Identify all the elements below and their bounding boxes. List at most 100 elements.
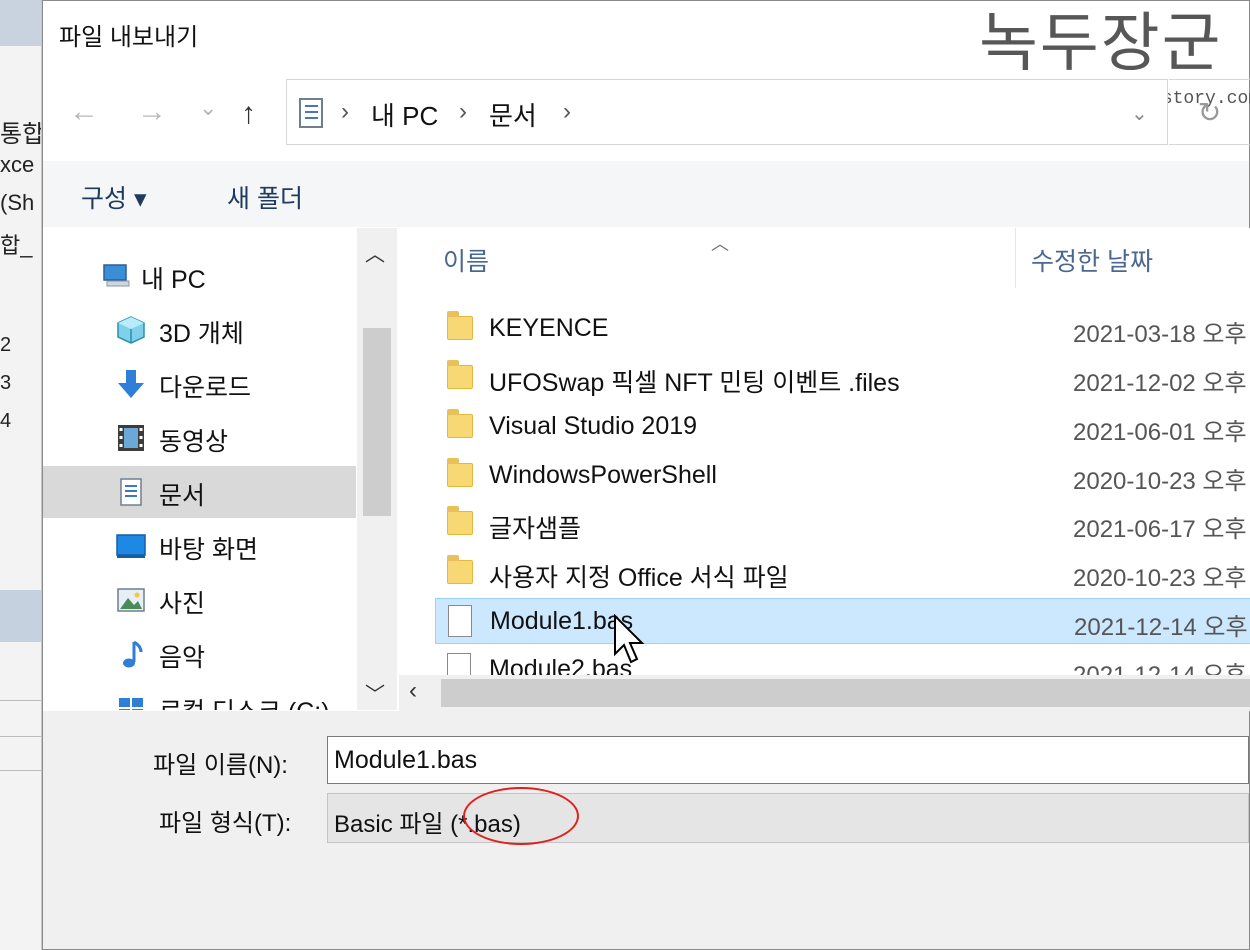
refresh-icon[interactable]: ↻ — [1169, 79, 1250, 145]
file-name: UFOSwap 픽셀 NFT 민팅 이벤트 .files — [489, 369, 900, 397]
sidebar-item-downloads[interactable]: 다운로드 — [43, 358, 356, 410]
annotation-circle — [463, 787, 579, 845]
list-item[interactable]: WindowsPowerShell 2020-10-23 오후 4 — [435, 453, 1250, 499]
breadcrumb-my-pc[interactable]: 내 PC — [371, 96, 438, 133]
breadcrumb-documents[interactable]: 문서 — [489, 96, 537, 133]
sidebar-item-3d-objects[interactable]: 3D 개체 — [43, 304, 356, 356]
list-item-selected[interactable]: Module1.bas 2021-12-14 오후 1 — [435, 598, 1250, 644]
file-date: 2021-06-17 오후 2 — [1073, 516, 1250, 543]
sidebar-item-label: 로컬 디스크 (C:) — [159, 692, 330, 710]
address-dropdown-chevron-icon[interactable]: ⌄ — [1131, 101, 1148, 126]
folder-icon — [447, 555, 473, 584]
file-date: 2021-03-18 오후 1 — [1073, 321, 1250, 348]
scrollbar-thumb[interactable] — [363, 328, 391, 516]
background-band — [0, 590, 41, 642]
file-date: 2021-06-01 오후 1 — [1073, 419, 1250, 446]
music-note-icon — [123, 640, 143, 668]
sidebar-item-label: 동영상 — [159, 428, 229, 456]
file-date: 2021-12-14 오후 1 — [1073, 655, 1250, 675]
sidebar-item-videos[interactable]: 동영상 — [43, 412, 356, 464]
background-text: 4 — [0, 410, 12, 432]
scroll-left-chevron-icon[interactable]: ‹ — [409, 677, 417, 705]
computer-icon — [103, 264, 130, 287]
column-header-name[interactable]: 이름 — [443, 242, 489, 278]
file-date: 2020-10-23 오후 4 — [1073, 468, 1250, 495]
sidebar-item-label: 바탕 화면 — [159, 536, 258, 564]
filetype-label: 파일 형식(T): — [159, 810, 292, 837]
file-name: 사용자 지정 Office 서식 파일 — [489, 564, 789, 592]
organize-button[interactable]: 구성 ▾ — [81, 179, 147, 215]
dialog-title: 파일 내보내기 — [59, 24, 199, 51]
sidebar-item-label: 3D 개체 — [159, 320, 244, 348]
list-item[interactable]: 글자샘플 2021-06-17 오후 2 — [435, 501, 1250, 547]
sort-ascending-icon: ︿ — [711, 234, 729, 254]
sidebar-item-music[interactable]: 음악 — [43, 628, 356, 680]
address-bar[interactable]: › 내 PC › 문서 › — [286, 79, 1168, 145]
picture-icon — [117, 588, 145, 612]
file-date: 2020-10-23 오후 4 — [1073, 565, 1250, 592]
back-arrow-icon[interactable]: ← — [69, 97, 99, 127]
list-item[interactable]: Module2.bas 2021-12-14 오후 1 — [435, 647, 1250, 675]
scroll-down-chevron-icon[interactable]: ﹀ — [365, 678, 385, 707]
document-folder-icon — [299, 98, 323, 128]
sidebar-item-label: 사진 — [159, 590, 206, 618]
filename-input[interactable] — [327, 736, 1249, 784]
list-item[interactable]: 사용자 지정 Office 서식 파일 2020-10-23 오후 4 — [435, 550, 1250, 596]
breadcrumb-separator[interactable]: › — [459, 98, 467, 126]
sidebar-item-label: 다운로드 — [159, 374, 252, 402]
file-name: KEYENCE — [489, 314, 609, 342]
filename-label: 파일 이름(N): — [153, 752, 288, 779]
list-item[interactable]: UFOSwap 픽셀 NFT 민팅 이벤트 .files 2021-12-02 … — [435, 355, 1250, 401]
document-icon — [120, 478, 142, 506]
column-header-date[interactable]: 수정한 날짜 — [1031, 242, 1153, 278]
file-icon — [447, 653, 471, 675]
sidebar-item-desktop[interactable]: 바탕 화면 — [43, 520, 356, 572]
watermark-logo: 녹두장군 — [979, 7, 1223, 81]
background-text: 3 — [0, 372, 12, 394]
up-arrow-icon[interactable]: ↑ — [241, 99, 256, 129]
background-titlebar — [0, 0, 41, 46]
background-text: 통합 — [0, 121, 42, 148]
breadcrumb-separator[interactable]: › — [563, 98, 571, 126]
sidebar-item-pictures[interactable]: 사진 — [43, 574, 356, 626]
column-divider[interactable] — [1015, 228, 1016, 288]
background-text: 합_ — [0, 233, 33, 258]
export-dialog: 파일 내보내기 녹두장군 http://mainia.tistory.com ←… — [42, 0, 1250, 950]
download-arrow-icon — [118, 370, 144, 398]
file-icon — [448, 605, 472, 637]
new-folder-button[interactable]: 새 폴더 — [227, 179, 303, 215]
recent-locations-chevron-icon[interactable]: ⌄ — [199, 93, 217, 123]
navigation-pane: 내 PC 3D 개체 다운로드 동영상 문서 바탕 화면 사진 음악 — [43, 228, 397, 710]
background-app: 통합 xce (Sh 합_ 2 3 4 — [0, 0, 42, 950]
file-date: 2021-12-02 오후 2 — [1073, 370, 1250, 397]
scroll-up-chevron-icon[interactable]: ︿ — [365, 238, 385, 267]
save-form: 파일 이름(N): 파일 형식(T): Basic 파일 (*.bas) — [43, 711, 1249, 949]
file-name: 글자샘플 — [489, 515, 582, 543]
navigation-scrollbar[interactable]: ︿ ﹀ — [357, 228, 397, 710]
command-toolbar: 구성 ▾ 새 폴더 — [43, 161, 1249, 227]
folder-icon — [447, 360, 473, 389]
sidebar-item-label: 음악 — [159, 644, 206, 672]
desktop-icon — [116, 534, 146, 558]
file-list: ︿ 이름 수정한 날짜 KEYENCE 2021-03-18 오후 1 UFOS… — [399, 228, 1250, 675]
folder-icon — [447, 458, 473, 487]
list-item[interactable]: KEYENCE 2021-03-18 오후 1 — [435, 306, 1250, 352]
forward-arrow-icon[interactable]: → — [137, 97, 167, 127]
background-divider — [0, 700, 41, 701]
cube-icon — [117, 316, 145, 344]
sidebar-item-my-pc[interactable]: 내 PC — [43, 250, 356, 302]
horizontal-scrollbar[interactable]: ‹ — [399, 675, 1250, 711]
sidebar-item-label: 문서 — [159, 482, 206, 510]
breadcrumb-separator[interactable]: › — [341, 98, 349, 126]
mouse-cursor-icon — [614, 614, 645, 664]
background-text: (Sh — [0, 190, 35, 215]
list-item[interactable]: Visual Studio 2019 2021-06-01 오후 1 — [435, 404, 1250, 450]
background-divider — [0, 736, 41, 737]
sidebar-item-label: 내 PC — [141, 266, 206, 294]
background-divider — [0, 770, 41, 771]
file-date: 2021-12-14 오후 1 — [1074, 614, 1250, 641]
folder-icon — [447, 409, 473, 438]
sidebar-item-documents[interactable]: 문서 — [43, 466, 356, 518]
sidebar-item-local-disk[interactable]: 로컬 디스크 (C:) — [43, 682, 356, 710]
scrollbar-thumb[interactable] — [441, 679, 1250, 707]
